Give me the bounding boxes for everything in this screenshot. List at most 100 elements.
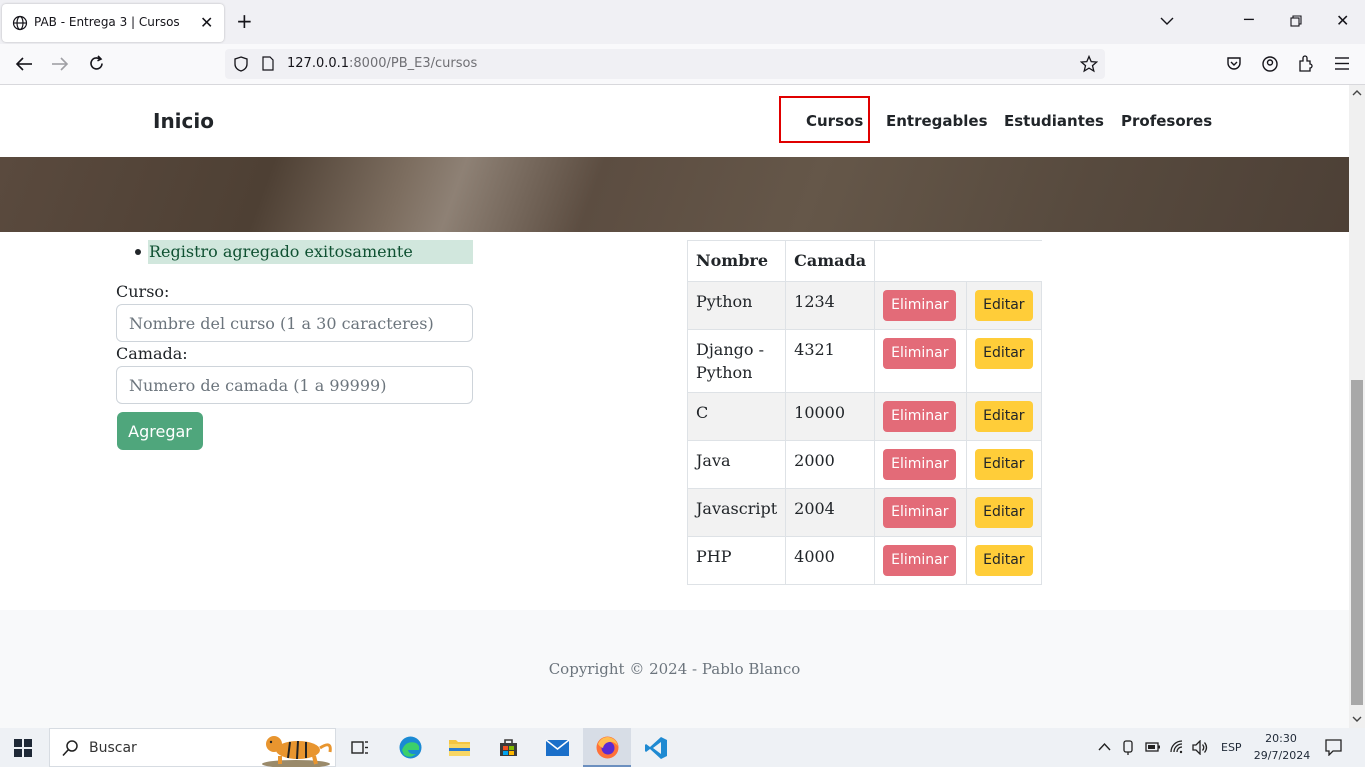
tab-title: PAB - Entrega 3 | Cursos [34, 15, 180, 29]
scroll-down-icon[interactable] [1352, 716, 1362, 723]
editar-button[interactable]: Editar [975, 545, 1033, 576]
agregar-button[interactable]: Agregar [117, 412, 203, 450]
table-row: Python 1234 Eliminar Editar [686, 281, 1043, 330]
header-camada: Camada [785, 240, 876, 282]
eliminar-button[interactable]: Eliminar [883, 497, 957, 528]
table-row: C 10000 Eliminar Editar [686, 392, 1043, 441]
task-view-button[interactable] [336, 728, 384, 767]
table-row: PHP 4000 Eliminar Editar [686, 536, 1043, 585]
shield-icon[interactable] [234, 56, 248, 72]
volume-icon[interactable] [1192, 740, 1209, 755]
close-tab-icon[interactable]: ✕ [200, 13, 213, 32]
camada-label: Camada: [116, 344, 188, 363]
minimize-icon[interactable]: ─ [1244, 12, 1254, 28]
nav-link-profesores[interactable]: Profesores [1121, 112, 1212, 130]
eliminar-button[interactable]: Eliminar [883, 449, 957, 480]
curso-label: Curso: [116, 282, 170, 301]
bookmark-star-icon[interactable] [1080, 55, 1098, 73]
editar-button[interactable]: Editar [975, 338, 1033, 369]
table-row: Java 2000 Eliminar Editar [686, 440, 1043, 489]
pocket-icon[interactable] [1226, 56, 1242, 72]
windows-taskbar: Buscar ESP 20:30 29/7/2024 [0, 728, 1365, 767]
notifications-icon[interactable] [1325, 739, 1342, 756]
back-icon[interactable] [15, 56, 33, 72]
clock-date[interactable]: 29/7/2024 [1251, 749, 1313, 762]
vscode-taskbar-button[interactable] [632, 728, 680, 767]
url-text: 127.0.0.1:8000/PB_E3/cursos [287, 56, 478, 71]
header-nombre: Nombre [686, 240, 787, 282]
search-icon [62, 740, 78, 757]
scroll-up-icon[interactable] [1352, 89, 1362, 96]
cell-nombre: PHP [686, 536, 787, 585]
cell-edit: Editar [966, 392, 1043, 441]
windows-start-icon[interactable] [14, 739, 32, 757]
cell-edit: Editar [966, 329, 1043, 393]
cell-camada: 2004 [785, 488, 876, 537]
curso-input[interactable] [116, 304, 473, 342]
browser-tab[interactable]: PAB - Entrega 3 | Cursos ✕ [2, 4, 224, 42]
wifi-icon[interactable] [1169, 739, 1185, 755]
search-label: Buscar [89, 740, 137, 756]
cell-camada: 4000 [785, 536, 876, 585]
header-actions [874, 240, 1042, 282]
eliminar-button[interactable]: Eliminar [883, 338, 957, 369]
cell-nombre: Javascript [686, 488, 787, 537]
cell-camada: 1234 [785, 281, 876, 330]
restore-icon[interactable] [1290, 15, 1302, 27]
task-view-icon [351, 741, 368, 754]
address-bar[interactable]: 127.0.0.1:8000/PB_E3/cursos [225, 49, 1105, 79]
page-scrollbar[interactable] [1349, 85, 1365, 728]
nav-link-estudiantes[interactable]: Estudiantes [1004, 112, 1104, 130]
page-icon[interactable] [262, 56, 274, 71]
editar-button[interactable]: Editar [975, 449, 1033, 480]
tray-chevron-up-icon[interactable] [1098, 742, 1111, 751]
cell-camada: 4321 [785, 329, 876, 393]
list-bullet [135, 249, 141, 255]
taskbar-search[interactable]: Buscar [49, 728, 336, 767]
menu-icon[interactable] [1335, 57, 1349, 70]
meet-now-icon[interactable] [1122, 739, 1136, 756]
cell-nombre: Java [686, 440, 787, 489]
eliminar-button[interactable]: Eliminar [883, 545, 957, 576]
table-row: Django - Python 4321 Eliminar Editar [686, 329, 1043, 393]
nav-link-entregables[interactable]: Entregables [886, 112, 988, 130]
site-navbar: Inicio Cursos Entregables Estudiantes Pr… [0, 85, 1349, 157]
cell-delete: Eliminar [874, 281, 968, 330]
list-tabs-icon[interactable] [1160, 16, 1174, 26]
store-taskbar-button[interactable] [484, 728, 532, 767]
battery-icon[interactable] [1145, 741, 1161, 753]
eliminar-button[interactable]: Eliminar [883, 290, 957, 321]
browser-toolbar: 127.0.0.1:8000/PB_E3/cursos [0, 44, 1365, 85]
account-icon[interactable] [1262, 56, 1278, 72]
scrollbar-thumb[interactable] [1351, 380, 1363, 705]
camada-input[interactable] [116, 366, 473, 404]
cell-delete: Eliminar [874, 329, 968, 393]
editar-button[interactable]: Editar [975, 290, 1033, 321]
globe-icon [12, 15, 28, 31]
edge-taskbar-button[interactable] [386, 728, 434, 767]
cell-delete: Eliminar [874, 488, 968, 537]
close-window-icon[interactable]: ✕ [1336, 13, 1349, 29]
table-header-row: Nombre Camada [686, 240, 1042, 282]
new-tab-icon[interactable]: + [236, 11, 253, 31]
cell-nombre: C [686, 392, 787, 441]
file-explorer-taskbar-button[interactable] [435, 728, 483, 767]
brand-link[interactable]: Inicio [153, 109, 214, 133]
extensions-icon[interactable] [1298, 55, 1314, 72]
nav-link-cursos[interactable]: Cursos [806, 112, 863, 130]
cell-delete: Eliminar [874, 536, 968, 585]
success-message-text: Registro agregado exitosamente [148, 240, 473, 264]
language-indicator[interactable]: ESP [1221, 741, 1242, 754]
firefox-taskbar-button[interactable] [583, 728, 631, 767]
cell-delete: Eliminar [874, 392, 968, 441]
footer: Copyright © 2024 - Pablo Blanco [0, 610, 1349, 728]
eliminar-button[interactable]: Eliminar [883, 401, 957, 432]
mail-taskbar-button[interactable] [533, 728, 581, 767]
copyright-text: Copyright © 2024 - Pablo Blanco [548, 660, 801, 678]
clock-time[interactable]: 20:30 [1256, 732, 1306, 745]
reload-icon[interactable] [88, 55, 105, 72]
editar-button[interactable]: Editar [975, 497, 1033, 528]
editar-button[interactable]: Editar [975, 401, 1033, 432]
cell-camada: 10000 [785, 392, 876, 441]
forward-icon[interactable] [51, 56, 69, 72]
